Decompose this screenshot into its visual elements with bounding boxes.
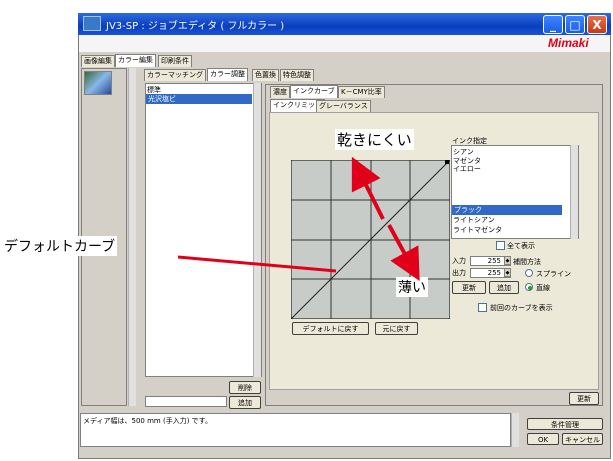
cancel-button[interactable]: キャンセル [562, 433, 603, 445]
spline-label: スプライン [536, 270, 571, 278]
media-list-scrollbar[interactable] [253, 83, 261, 377]
delete-button[interactable]: 削除 [229, 381, 261, 394]
annotation-dry-hard: 乾きにくい [335, 129, 414, 150]
spline-radio[interactable] [525, 269, 533, 277]
reset-default-button[interactable]: デフォルトに戻す [292, 322, 369, 335]
interp-label: 補間方法 [513, 258, 541, 266]
ok-button[interactable]: OK [527, 433, 559, 445]
panel-update-button[interactable]: 更新 [569, 392, 599, 405]
media-name-input[interactable] [145, 396, 227, 407]
tab-image-edit[interactable]: 画像編集 [81, 55, 115, 67]
input-spinner-icon[interactable]: ◆ [504, 256, 511, 265]
ink-item[interactable]: イエロー [453, 164, 481, 174]
annotation-default-curve: デフォルトカーブ [2, 236, 118, 256]
output-spinner-icon[interactable]: ◆ [504, 268, 511, 277]
tab-color-edit[interactable]: カラー編集 [115, 54, 156, 67]
linear-label: 直線 [536, 284, 550, 292]
add-button[interactable]: 追加 [229, 396, 261, 409]
show-all-checkbox[interactable] [496, 241, 505, 250]
input-label: 入力 [452, 257, 466, 265]
ink-item[interactable]: ライトシアン [453, 215, 495, 225]
tab-spot-color[interactable]: 特色調整 [280, 69, 314, 81]
tab-color-matching[interactable]: カラーマッチング [144, 69, 206, 81]
ink-list-scrollbar[interactable] [570, 145, 578, 239]
tab-print-conditions[interactable]: 印刷条件 [158, 55, 192, 67]
tab-density[interactable]: 濃度 [270, 86, 290, 98]
status-scrollbar[interactable] [511, 413, 519, 447]
annotation-thin: 薄い [396, 277, 428, 297]
minimize-button[interactable]: _ [543, 15, 563, 34]
app-icon [83, 16, 101, 31]
update-curve-button[interactable]: 更新 [452, 281, 486, 294]
thumbnail-scrollbar[interactable] [128, 68, 136, 406]
output-label: 出力 [452, 269, 466, 277]
tab-k-cmy-ratio[interactable]: K－CMY比率 [338, 86, 385, 98]
media-item-selected[interactable]: 光沢塩ビ [146, 94, 252, 104]
linear-radio[interactable] [525, 283, 533, 291]
ink-item-selected[interactable]: ブラック [452, 205, 562, 215]
tab-gray-balance[interactable]: グレーバランス [316, 100, 371, 112]
media-list[interactable] [145, 83, 262, 377]
brand-bar [79, 35, 610, 52]
close-button[interactable]: X [587, 15, 607, 34]
curve-handle [445, 160, 449, 164]
show-all-label: 全て表示 [507, 242, 535, 250]
revert-button[interactable]: 元に戻す [375, 322, 418, 335]
window-title: JV3-SP : ジョブエディタ ( フルカラー ) [106, 21, 285, 32]
add-point-button[interactable]: 追加 [489, 281, 519, 294]
prev-curve-checkbox[interactable] [478, 303, 487, 312]
prev-curve-label: 前回のカーブを表示 [490, 304, 553, 312]
status-message: メディア幅は、500 mm (手入力) です。 [83, 417, 212, 425]
tab-color-replace[interactable]: 色置換 [252, 69, 279, 81]
maximize-button[interactable]: □ [565, 15, 585, 34]
tab-ink-curve[interactable]: インクカーブ [290, 85, 338, 98]
brand-logo: Mimaki [548, 36, 589, 50]
condition-management-button[interactable]: 条件管理 [527, 418, 603, 430]
ink-item[interactable]: ライトマゼンタ [453, 225, 502, 235]
tab-color-adjust[interactable]: カラー調整 [207, 68, 248, 81]
thumbnail-image[interactable] [84, 71, 112, 95]
